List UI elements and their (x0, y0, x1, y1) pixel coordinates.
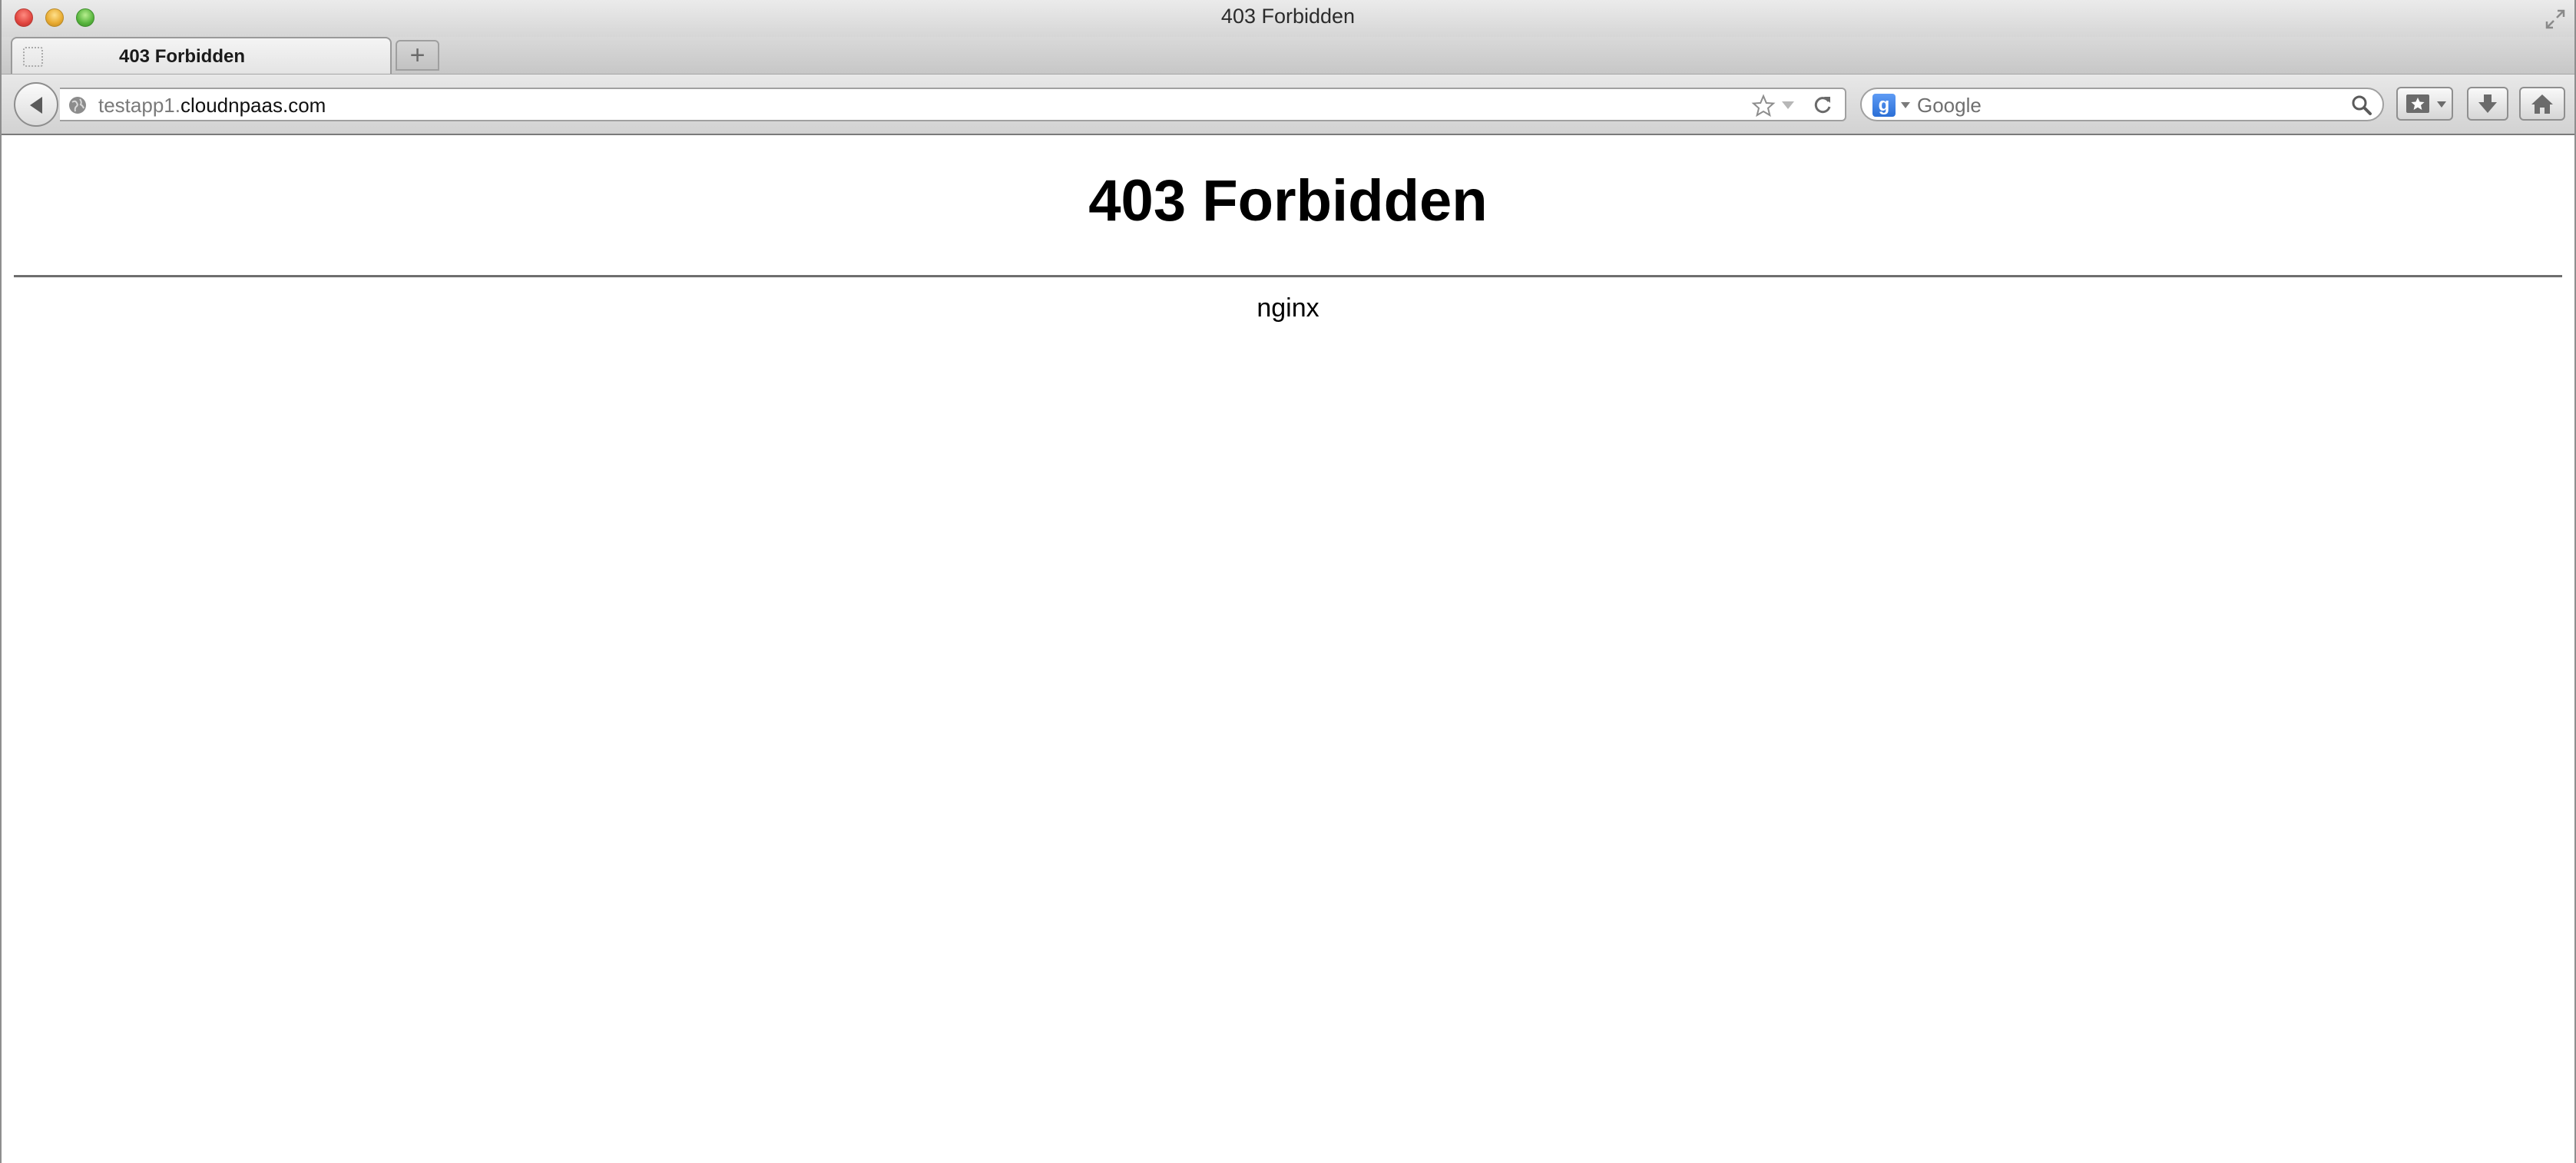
url-text: testapp1.cloudnpaas.com (98, 94, 326, 118)
engine-dropdown-icon[interactable] (1900, 101, 1911, 109)
page-content: 403 Forbidden nginx (2, 135, 2574, 1163)
downloads-button[interactable] (2467, 87, 2508, 121)
bookmarks-button[interactable] (2396, 87, 2453, 121)
search-input[interactable] (1915, 92, 2333, 118)
window-title: 403 Forbidden (1220, 5, 1356, 28)
bookmarks-dropdown-icon (2437, 101, 2446, 108)
reload-icon[interactable] (1811, 94, 1834, 117)
back-arrow-icon (30, 97, 42, 114)
fullscreen-icon[interactable] (2544, 8, 2567, 31)
horizontal-rule (14, 275, 2562, 277)
address-bar[interactable]: testapp1.cloudnpaas.com (60, 88, 1846, 121)
new-tab-button[interactable]: + (396, 40, 439, 71)
history-dropdown-icon[interactable] (1780, 100, 1796, 111)
navigation-bar: testapp1.cloudnpaas.com g (2, 74, 2574, 135)
url-domain: cloudnpaas.com (180, 94, 326, 117)
search-bar: g (1860, 88, 2384, 121)
globe-icon (69, 97, 86, 114)
title-bar: 403 Forbidden (2, 0, 2574, 37)
tab-active[interactable]: 403 Forbidden (11, 37, 392, 74)
tab-label: 403 Forbidden (118, 46, 246, 67)
home-button[interactable] (2519, 87, 2565, 121)
home-icon (2531, 94, 2553, 114)
bookmark-star-icon[interactable] (1751, 94, 1776, 118)
error-heading: 403 Forbidden (1088, 168, 1488, 234)
back-button[interactable] (14, 82, 58, 127)
browser-window: 403 Forbidden 403 Forbidden + testapp1.c… (0, 0, 2576, 1163)
download-arrow-icon (2478, 94, 2497, 113)
server-signature: nginx (1257, 293, 1319, 323)
bookmarks-star-icon (2406, 94, 2429, 113)
url-subdomain: testapp1. (98, 94, 180, 117)
tab-strip: 403 Forbidden + (2, 37, 2574, 74)
search-icon[interactable] (2350, 94, 2373, 117)
google-engine-icon[interactable]: g (1872, 94, 1896, 117)
